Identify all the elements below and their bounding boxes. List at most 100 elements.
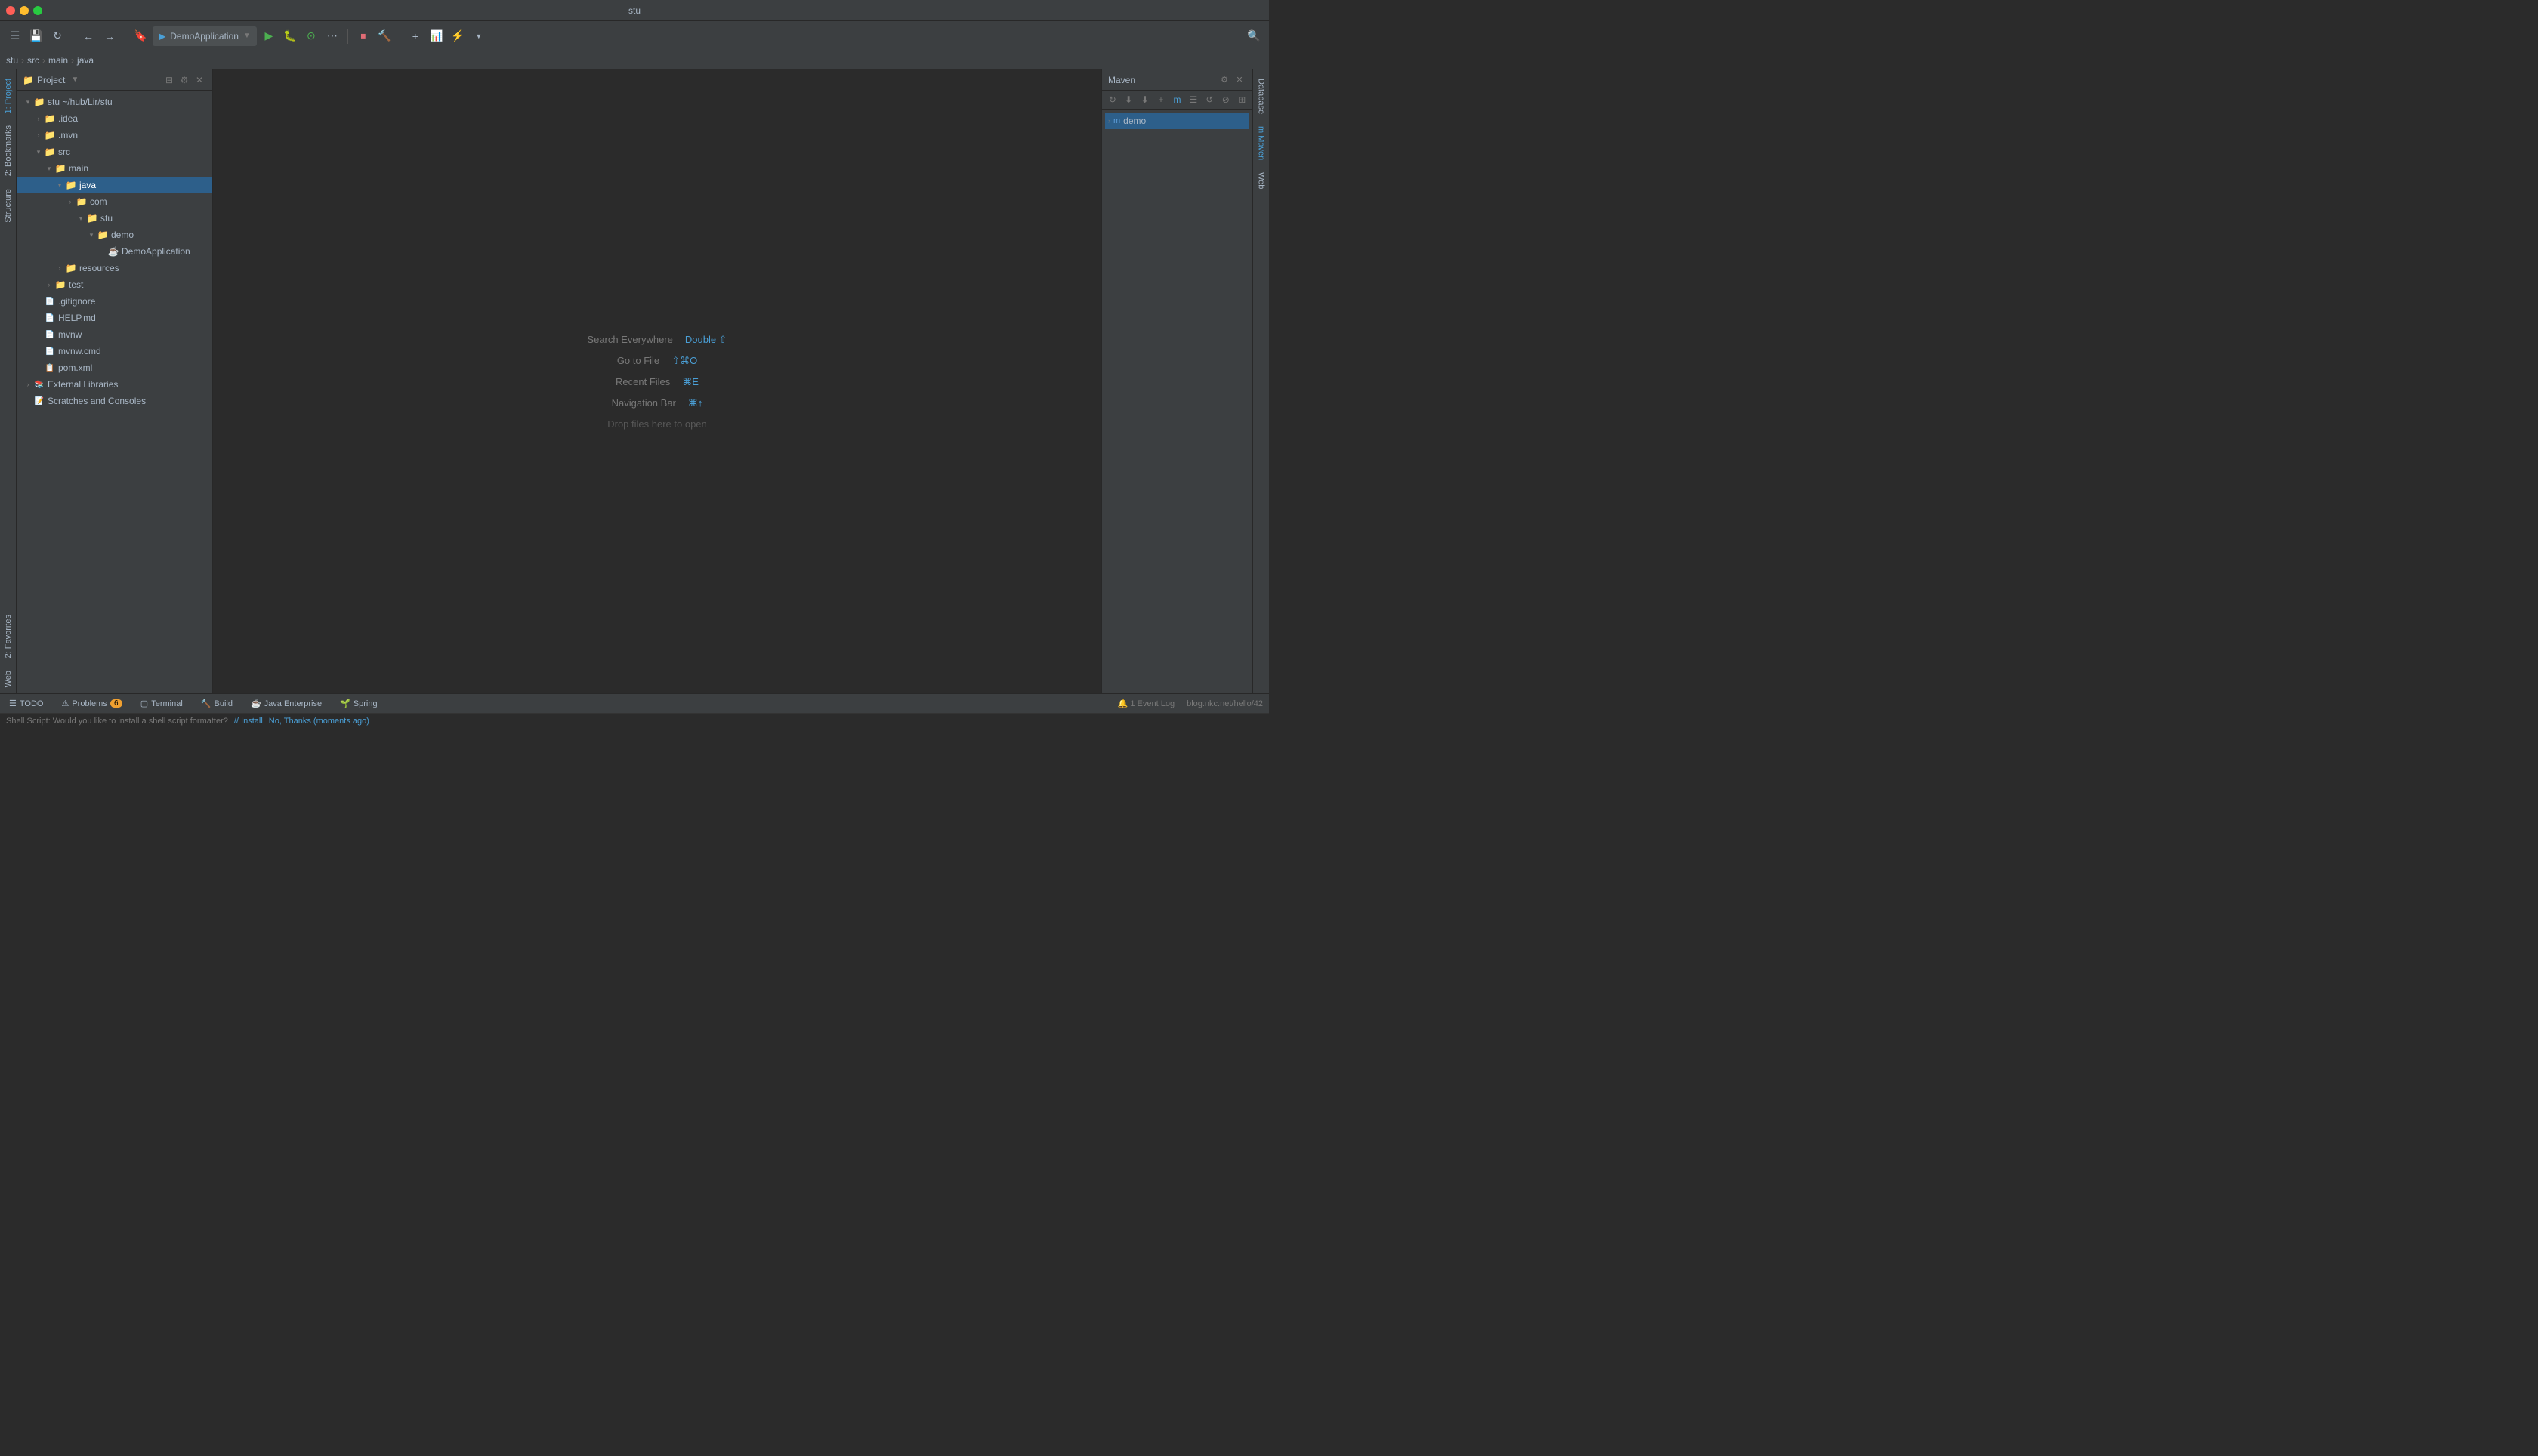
tree-item-mvn[interactable]: › 📁 .mvn	[17, 127, 212, 143]
tree-item-help[interactable]: 📄 HELP.md	[17, 310, 212, 326]
debug-button[interactable]: 🐛	[281, 27, 299, 45]
maven-skip-btn[interactable]: ⊘	[1218, 92, 1233, 107]
hint-search-everywhere: Search Everywhere Double ⇧	[587, 334, 727, 346]
tab-web[interactable]: Web	[2, 665, 15, 693]
icon-help: 📄	[44, 312, 56, 324]
run-button[interactable]: ▶	[260, 27, 278, 45]
tree-item-demo-pkg[interactable]: ▾ 📁 demo	[17, 227, 212, 243]
status-todo[interactable]: ☰ TODO	[6, 694, 46, 713]
right-tab-web[interactable]: Web	[1255, 166, 1268, 195]
profiler-dropdown[interactable]: ▼	[470, 27, 488, 45]
tree-item-gitignore[interactable]: 📄 .gitignore	[17, 293, 212, 310]
editor-area[interactable]: Search Everywhere Double ⇧ Go to File ⇧⌘…	[213, 69, 1101, 693]
tab-structure[interactable]: Structure	[2, 183, 15, 229]
menu-button[interactable]: ☰	[6, 27, 24, 45]
status-java-enterprise[interactable]: ☕ Java Enterprise	[248, 694, 325, 713]
maven-settings-btn[interactable]: ⚙	[1218, 73, 1231, 87]
arrow-gitignore	[33, 296, 44, 307]
tree-item-mvnw-cmd[interactable]: 📄 mvnw.cmd	[17, 343, 212, 359]
forward-button[interactable]: →	[100, 27, 119, 45]
bookmark-button[interactable]: 🔖	[131, 27, 150, 45]
tree-item-src[interactable]: ▾ 📁 src	[17, 143, 212, 160]
close-button[interactable]	[6, 6, 15, 15]
maven-refresh-btn[interactable]: ↻	[1105, 92, 1119, 107]
build-button[interactable]: 🔨	[375, 27, 394, 45]
sidebar-header: 📁 Project ▼ ⊟ ⚙ ✕	[17, 69, 212, 91]
run-config-selector[interactable]: ▶ DemoApplication ▼	[153, 26, 257, 46]
status-terminal[interactable]: ▢ Terminal	[137, 694, 186, 713]
label-com: com	[90, 196, 107, 207]
arrow-java: ▾	[54, 180, 65, 190]
search-everywhere-button[interactable]: 🔍	[1245, 27, 1263, 45]
maven-phases-btn[interactable]: ☰	[1186, 92, 1200, 107]
maven-download-sources-btn[interactable]: ⬇	[1138, 92, 1152, 107]
icon-mvnw: 📄	[44, 329, 56, 341]
breadcrumb-item-stu[interactable]: stu	[6, 55, 18, 66]
maven-close-btn[interactable]: ✕	[1233, 73, 1246, 87]
maven-panel-title: Maven	[1108, 75, 1135, 85]
sidebar-settings-btn[interactable]: ⚙	[178, 73, 191, 87]
icon-demo-app: ☕	[107, 245, 119, 258]
arrow-src: ▾	[33, 147, 44, 157]
sidebar-close-btn[interactable]: ✕	[193, 73, 206, 87]
maven-item-demo[interactable]: › m demo	[1105, 113, 1249, 129]
add-config-button[interactable]: +	[406, 27, 425, 45]
hint-nav-bar: Navigation Bar ⌘↑	[612, 397, 703, 409]
maven-lifecycle-btn[interactable]: ↺	[1203, 92, 1217, 107]
maven-run-btn[interactable]: m	[1170, 92, 1184, 107]
tree-item-idea[interactable]: › 📁 .idea	[17, 110, 212, 127]
tree-item-demo-app[interactable]: ☕ DemoApplication	[17, 243, 212, 260]
hint-recent-key: ⌘E	[682, 376, 699, 388]
sync-button[interactable]: ↻	[48, 27, 66, 45]
tree-item-com[interactable]: › 📁 com	[17, 193, 212, 210]
coverage2-button[interactable]: 📊	[428, 27, 446, 45]
tree-item-pom[interactable]: 📋 pom.xml	[17, 359, 212, 376]
tab-favorites[interactable]: 2: Favorites	[2, 609, 15, 664]
maven-add-btn[interactable]: +	[1153, 92, 1168, 107]
stop-button[interactable]: ⏹	[354, 27, 372, 45]
maven-tree: › m demo	[1102, 110, 1252, 132]
back-button[interactable]: ←	[79, 27, 97, 45]
git-link[interactable]: blog.nkc.net/hello/42	[1187, 699, 1263, 708]
status-spring[interactable]: 🌱 Spring	[337, 694, 381, 713]
tab-bookmarks[interactable]: 2: Bookmarks	[2, 119, 15, 182]
maven-download-btn[interactable]: ⬇	[1121, 92, 1135, 107]
maven-tree-btn[interactable]: ⊞	[1235, 92, 1249, 107]
coverage-button[interactable]: ⊙	[302, 27, 320, 45]
tree-item-mvnw[interactable]: 📄 mvnw	[17, 326, 212, 343]
tree-item-main[interactable]: ▾ 📁 main	[17, 160, 212, 177]
tree-item-java[interactable]: ▾ 📁 java	[17, 177, 212, 193]
breadcrumb-item-java[interactable]: java	[77, 55, 94, 66]
arrow-test: ›	[44, 279, 54, 290]
tree-item-stu-root[interactable]: ▾ 📁 stu ~/hub/Lir/stu	[17, 94, 212, 110]
title-bar: stu	[0, 0, 1269, 21]
tree-item-test[interactable]: › 📁 test	[17, 276, 212, 293]
problems-badge: 6	[110, 699, 122, 708]
build-label: Build	[214, 699, 232, 708]
status-build[interactable]: 🔨 Build	[198, 694, 236, 713]
profiler-button[interactable]: ⚡	[449, 27, 467, 45]
tree-item-scratches[interactable]: 📝 Scratches and Consoles	[17, 393, 212, 409]
breadcrumb-item-main[interactable]: main	[48, 55, 68, 66]
status-problems[interactable]: ⚠ Problems 6	[58, 694, 125, 713]
save-button[interactable]: 💾	[27, 27, 45, 45]
dismiss-link[interactable]: No, Thanks (moments ago)	[269, 717, 369, 726]
tab-project[interactable]: 1: Project	[2, 72, 15, 119]
hint-drop-files: Drop files here to open	[607, 418, 707, 430]
breadcrumb-item-src[interactable]: src	[27, 55, 39, 66]
sidebar-collapse-btn[interactable]: ⊟	[162, 73, 176, 87]
maven-panel-header: Maven ⚙ ✕	[1102, 69, 1252, 91]
run-with-button[interactable]: ⋯	[323, 27, 341, 45]
right-tab-maven[interactable]: m Maven	[1255, 120, 1268, 166]
icon-stu-pkg: 📁	[86, 212, 98, 224]
tree-item-external-libs[interactable]: › 📚 External Libraries	[17, 376, 212, 393]
install-link[interactable]: // Install	[234, 717, 263, 726]
right-tab-database[interactable]: Database	[1255, 72, 1268, 120]
event-log-button[interactable]: 🔔 1 Event Log	[1118, 699, 1175, 708]
icon-main: 📁	[54, 162, 66, 174]
minimize-button[interactable]	[20, 6, 29, 15]
arrow-main: ▾	[44, 163, 54, 174]
tree-item-resources[interactable]: › 📁 resources	[17, 260, 212, 276]
tree-item-stu-pkg[interactable]: ▾ 📁 stu	[17, 210, 212, 227]
maximize-button[interactable]	[33, 6, 42, 15]
